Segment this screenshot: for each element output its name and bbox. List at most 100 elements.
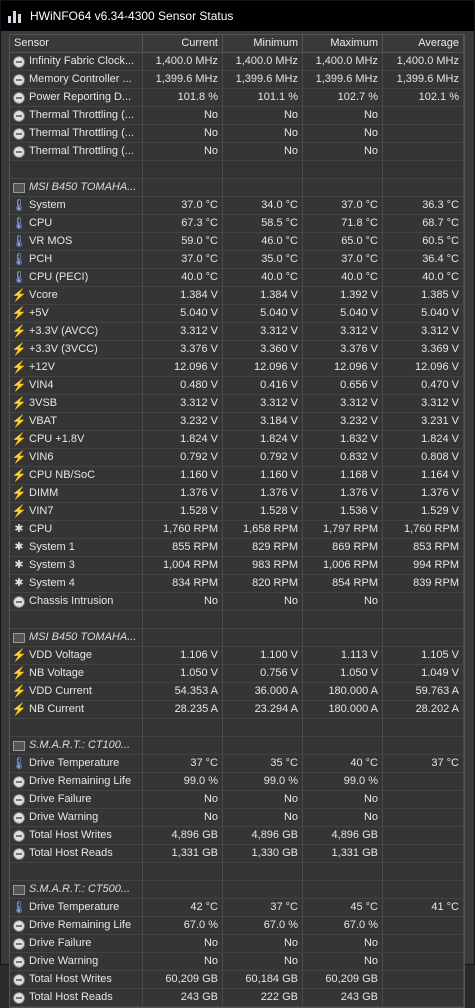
gauge-icon [13,811,25,824]
sensor-group-row[interactable]: S.M.A.R.T.: CT100... [10,737,464,755]
thermometer-icon: 🌡 [11,270,27,284]
column-header-minimum[interactable]: Minimum [223,35,303,52]
sensor-row[interactable]: 🌡 Drive Temperature 37 °C 35 °C 40 °C 37 °C [10,755,464,773]
sensor-row[interactable]: ⚡ CPU NB/SoC 1.160 V 1.160 V 1.168 V 1.164 V [10,467,464,485]
sensor-name-cell: 🌡 Drive Temperature [10,755,143,772]
sensor-row[interactable]: Total Host Writes 60,209 GB 60,184 GB 60,20… [10,971,464,989]
sensor-row[interactable]: Power Reporting D... 101.8 % 101.1 % 102.7 … [10,89,464,107]
gauge-icon [13,73,25,86]
sensor-row[interactable]: ✱ System 4 834 RPM 820 RPM 854 RPM 839 RPM [10,575,464,593]
average-value: 1.105 V [383,647,464,664]
sensor-row[interactable]: ⚡ NB Voltage 1.050 V 0.756 V 1.050 V 1.049 V [10,665,464,683]
current-value: 28.235 A [143,701,223,718]
sensor-label: MSI B450 TOMAHA... [29,631,137,643]
average-value: 1.376 V [383,485,464,502]
average-value [383,143,464,160]
column-header-current[interactable]: Current [143,35,223,52]
sensor-name-cell: ✱ System 3 [10,557,143,574]
minimum-value: 820 RPM [223,575,303,592]
sensor-row[interactable]: ✱ System 3 1,004 RPM 983 RPM 1,006 RPM 994 RP… [10,557,464,575]
sensor-row[interactable]: Thermal Throttling (... No No No [10,125,464,143]
sensor-row[interactable]: 🌡 System 37.0 °C 34.0 °C 37.0 °C 36.3 °C [10,197,464,215]
minimum-value: No [223,143,303,160]
sensor-group-row[interactable]: MSI B450 TOMAHA... [10,179,464,197]
sensor-row[interactable]: ⚡ +3.3V (AVCC) 3.312 V 3.312 V 3.312 V 3.312 … [10,323,464,341]
sensor-row[interactable]: ⚡ NB Current 28.235 A 23.294 A 180.000 A 28.2… [10,701,464,719]
sensor-label: Infinity Fabric Clock... [29,55,135,67]
sensor-group-row[interactable]: MSI B450 TOMAHA... [10,629,464,647]
average-value: 28.202 A [383,701,464,718]
sensor-row[interactable]: ⚡ DIMM 1.376 V 1.376 V 1.376 V 1.376 V [10,485,464,503]
sensor-row[interactable]: ⚡ CPU +1.8V 1.824 V 1.824 V 1.832 V 1.824 V [10,431,464,449]
current-value: 54.353 A [143,683,223,700]
sensor-row[interactable]: Drive Remaining Life 99.0 % 99.0 % 99.0 % [10,773,464,791]
sensor-row[interactable]: ⚡ VDD Voltage 1.106 V 1.100 V 1.113 V 1.105 V [10,647,464,665]
minimum-value: 222 GB [223,989,303,1006]
sensor-row[interactable]: Memory Controller ... 1,399.6 MHz 1,399.6 … [10,71,464,89]
sensor-label: Drive Warning [29,811,99,823]
sensor-row[interactable]: ⚡ +3.3V (3VCC) 3.376 V 3.360 V 3.376 V 3.369 … [10,341,464,359]
spacer-row [10,611,464,629]
minimum-value: 101.1 % [223,89,303,106]
sensor-row[interactable]: ⚡ 3VSB 3.312 V 3.312 V 3.312 V 3.312 V [10,395,464,413]
minimum-value: 3.360 V [223,341,303,358]
average-value [383,179,464,196]
sensor-row[interactable]: Total Host Writes 4,896 GB 4,896 GB 4,896 G… [10,827,464,845]
sensor-row[interactable]: Chassis Intrusion No No No [10,593,464,611]
sensor-row[interactable]: Total Host Reads 1,331 GB 1,330 GB 1,331 GB [10,845,464,863]
sensor-row[interactable]: Drive Warning No No No [10,809,464,827]
sensor-label: CPU +1.8V [29,433,85,445]
title-bar[interactable]: HWiNFO64 v6.34-4300 Sensor Status [1,1,474,31]
sensor-group-row[interactable]: S.M.A.R.T.: CT500... [10,881,464,899]
sensor-row[interactable]: ⚡ VDD Current 54.353 A 36.000 A 180.000 A 59.… [10,683,464,701]
current-value: 3.376 V [143,341,223,358]
sensor-row[interactable]: ⚡ VIN7 1.528 V 1.528 V 1.536 V 1.529 V [10,503,464,521]
sensor-row[interactable]: Thermal Throttling (... No No No [10,143,464,161]
column-header-maximum[interactable]: Maximum [303,35,383,52]
sensor-row[interactable]: Drive Remaining Life 67.0 % 67.0 % 67.0 % [10,917,464,935]
column-header-sensor[interactable]: Sensor [10,35,143,52]
sensor-row[interactable]: ⚡ +5V 5.040 V 5.040 V 5.040 V 5.040 V [10,305,464,323]
average-value: 3.312 V [383,395,464,412]
gauge-icon [13,847,25,860]
sensor-row[interactable]: Infinity Fabric Clock... 1,400.0 MHz 1,400… [10,53,464,71]
sensor-row[interactable]: 🌡 CPU (PECI) 40.0 °C 40.0 °C 40.0 °C 40.0 °C [10,269,464,287]
sensor-label: System 3 [29,559,75,571]
maximum-value: 854 RPM [303,575,383,592]
minimum-value [223,611,303,628]
average-value: 12.096 V [383,359,464,376]
sensor-label: Memory Controller ... [29,73,132,85]
average-value: 40.0 °C [383,269,464,286]
thermometer-icon: 🌡 [11,252,27,266]
minimum-value: 983 RPM [223,557,303,574]
sensor-row[interactable]: Drive Failure No No No [10,791,464,809]
sensor-row[interactable]: ⚡ VIN4 0.480 V 0.416 V 0.656 V 0.470 V [10,377,464,395]
fan-icon: ✱ [14,559,24,571]
sensor-row[interactable]: Total Host Reads 243 GB 222 GB 243 GB [10,989,464,1007]
sensor-row[interactable]: 🌡 VR MOS 59.0 °C 46.0 °C 65.0 °C 60.5 °C [10,233,464,251]
sensor-row[interactable]: ⚡ VIN6 0.792 V 0.792 V 0.832 V 0.808 V [10,449,464,467]
sensor-row[interactable]: 🌡 PCH 37.0 °C 35.0 °C 37.0 °C 36.4 °C [10,251,464,269]
voltage-bolt-icon: ⚡ [11,378,27,392]
sensor-row[interactable]: ✱ CPU 1,760 RPM 1,658 RPM 1,797 RPM 1,760 RPM [10,521,464,539]
maximum-value: No [303,809,383,826]
sensor-row[interactable]: Drive Failure No No No [10,935,464,953]
column-header-average[interactable]: Average [383,35,464,52]
sensor-row[interactable]: ⚡ Vcore 1.384 V 1.384 V 1.392 V 1.385 V [10,287,464,305]
sensor-row[interactable]: 🌡 CPU 67.3 °C 58.5 °C 71.8 °C 68.7 °C [10,215,464,233]
sensor-row[interactable]: Thermal Throttling (... No No No [10,107,464,125]
chip-icon [13,740,25,751]
average-value: 1,400.0 MHz [383,53,464,70]
current-value: 1,760 RPM [143,521,223,538]
average-value [383,881,464,898]
average-value: 68.7 °C [383,215,464,232]
sensor-row[interactable]: ⚡ +12V 12.096 V 12.096 V 12.096 V 12.096 V [10,359,464,377]
sensor-row[interactable]: ✱ System 1 855 RPM 829 RPM 869 RPM 853 RPM [10,539,464,557]
sensor-row[interactable]: Drive Warning No No No [10,953,464,971]
sensor-label: VBAT [29,415,57,427]
maximum-value: 1,331 GB [303,845,383,862]
sensor-row[interactable]: 🌡 Drive Temperature 42 °C 37 °C 45 °C 41 °C [10,899,464,917]
gauge-icon [13,973,25,986]
voltage-bolt-icon: ⚡ [11,306,27,320]
sensor-row[interactable]: ⚡ VBAT 3.232 V 3.184 V 3.232 V 3.231 V [10,413,464,431]
